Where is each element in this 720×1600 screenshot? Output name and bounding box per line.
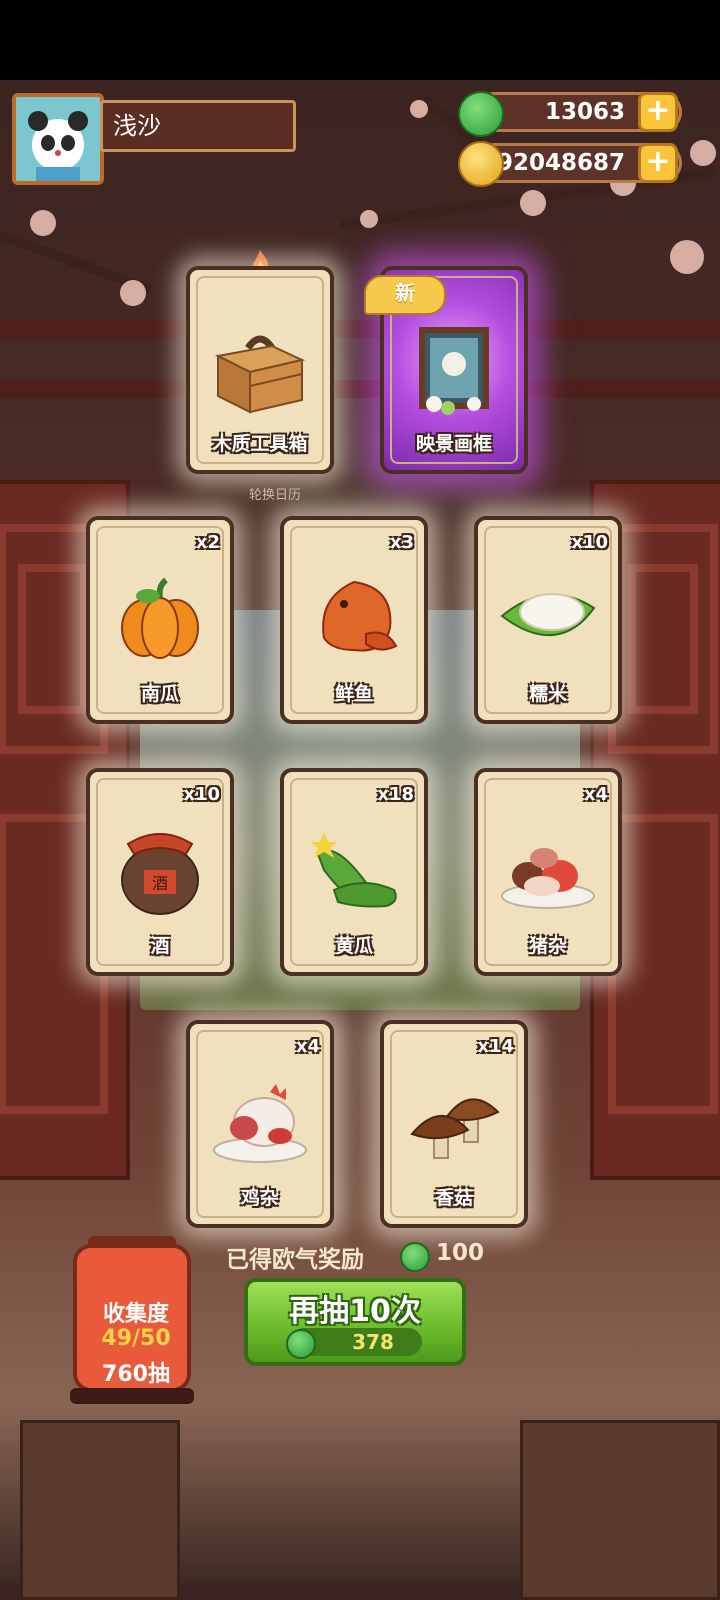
reward-value: 100 xyxy=(436,1240,485,1266)
blossom xyxy=(120,280,146,306)
wine-char: 酒 xyxy=(152,874,168,893)
card-pork-offal[interactable]: x4 猪杂 xyxy=(474,768,622,976)
pork-offal-icon xyxy=(501,848,595,909)
card-label: 猪杂 xyxy=(528,935,567,957)
draw-again-label: 再抽10次 xyxy=(289,1294,421,1329)
status-bar-area xyxy=(0,0,720,80)
card-quantity: x18 xyxy=(377,784,414,805)
blossom xyxy=(690,140,716,166)
rotation-calendar-label: 轮换日历 xyxy=(248,488,301,503)
card-quantity: x2 xyxy=(195,532,220,553)
card-label: 酒 xyxy=(150,935,170,957)
blossom xyxy=(410,100,428,118)
card-quantity: x10 xyxy=(571,532,608,553)
card-quantity: x10 xyxy=(183,784,220,805)
draw-cost: 378 xyxy=(286,1328,422,1359)
card-fish[interactable]: x3 鲜鱼 xyxy=(280,516,428,724)
card-quantity: x14 xyxy=(477,1036,514,1057)
card-label: 黄瓜 xyxy=(334,935,373,957)
card-label: 糯米 xyxy=(528,683,567,705)
cucumber-icon xyxy=(310,832,397,908)
card-label: 南瓜 xyxy=(140,683,179,705)
blossom xyxy=(30,210,56,236)
card-label: 映景画框 xyxy=(415,433,492,455)
add-coins-button[interactable]: + xyxy=(638,143,678,183)
blossom xyxy=(670,240,704,274)
card-quantity: x4 xyxy=(583,784,608,805)
player-avatar[interactable] xyxy=(12,93,104,185)
card-rice[interactable]: x10 糯米 xyxy=(474,516,622,724)
blossom xyxy=(520,190,546,216)
jade-icon xyxy=(458,91,504,137)
lantern-stand xyxy=(70,1388,194,1404)
fence xyxy=(20,1420,180,1600)
card-mushroom[interactable]: x14 香菇 xyxy=(380,1020,528,1228)
card-label: 鲜鱼 xyxy=(334,683,373,705)
card-label: 鸡杂 xyxy=(240,1187,279,1209)
jade-icon xyxy=(286,1329,316,1359)
fish-icon xyxy=(322,580,398,652)
draw-cost-value: 378 xyxy=(352,1330,394,1354)
toolbox-icon xyxy=(214,335,306,414)
coin-icon xyxy=(458,141,504,187)
card-chicken-offal[interactable]: x4 鸡杂 xyxy=(186,1020,334,1228)
card-label: 香菇 xyxy=(434,1187,473,1209)
chicken-offal-icon xyxy=(213,1084,307,1163)
jade-value: 13063 xyxy=(544,99,625,125)
player-name: 浅沙 xyxy=(100,100,296,152)
card-quantity: x4 xyxy=(295,1036,320,1057)
blossom xyxy=(360,210,378,228)
picture-frame-icon xyxy=(419,327,489,415)
wine-jar-icon: 酒 xyxy=(121,833,199,915)
roof-beam xyxy=(0,380,720,398)
mushroom-icon xyxy=(410,1098,500,1159)
collection-progress: 49/50 xyxy=(101,1326,171,1351)
new-badge: 新 xyxy=(364,275,446,315)
reward-row: 已得欧气奖励 100 xyxy=(226,1238,526,1274)
card-pumpkin[interactable]: x2 南瓜 xyxy=(86,516,234,724)
jade-icon xyxy=(400,1242,430,1272)
fence xyxy=(520,1420,720,1600)
card-label: 木质工具箱 xyxy=(212,433,308,455)
draw-again-button[interactable]: 再抽10次 378 xyxy=(244,1278,466,1366)
collection-title: 收集度 xyxy=(102,1302,169,1327)
roof-beam xyxy=(0,320,720,338)
reward-label: 已得欧气奖励 xyxy=(226,1247,364,1273)
card-quantity: x3 xyxy=(389,532,414,553)
card-wine[interactable]: x10 酒 酒 xyxy=(86,768,234,976)
card-toolbox[interactable]: 木质工具箱 xyxy=(186,266,334,474)
add-jade-button[interactable]: + xyxy=(638,92,678,132)
collection-draws: 760抽 xyxy=(102,1362,170,1387)
rice-icon xyxy=(500,593,596,637)
collection-lantern[interactable]: 收集度 49/50 760抽 xyxy=(73,1244,191,1392)
panda-avatar-icon xyxy=(16,97,100,181)
pumpkin-icon xyxy=(121,577,199,659)
coin-value: 92048687 xyxy=(496,150,625,176)
card-cucumber[interactable]: x18 黄瓜 xyxy=(280,768,428,976)
